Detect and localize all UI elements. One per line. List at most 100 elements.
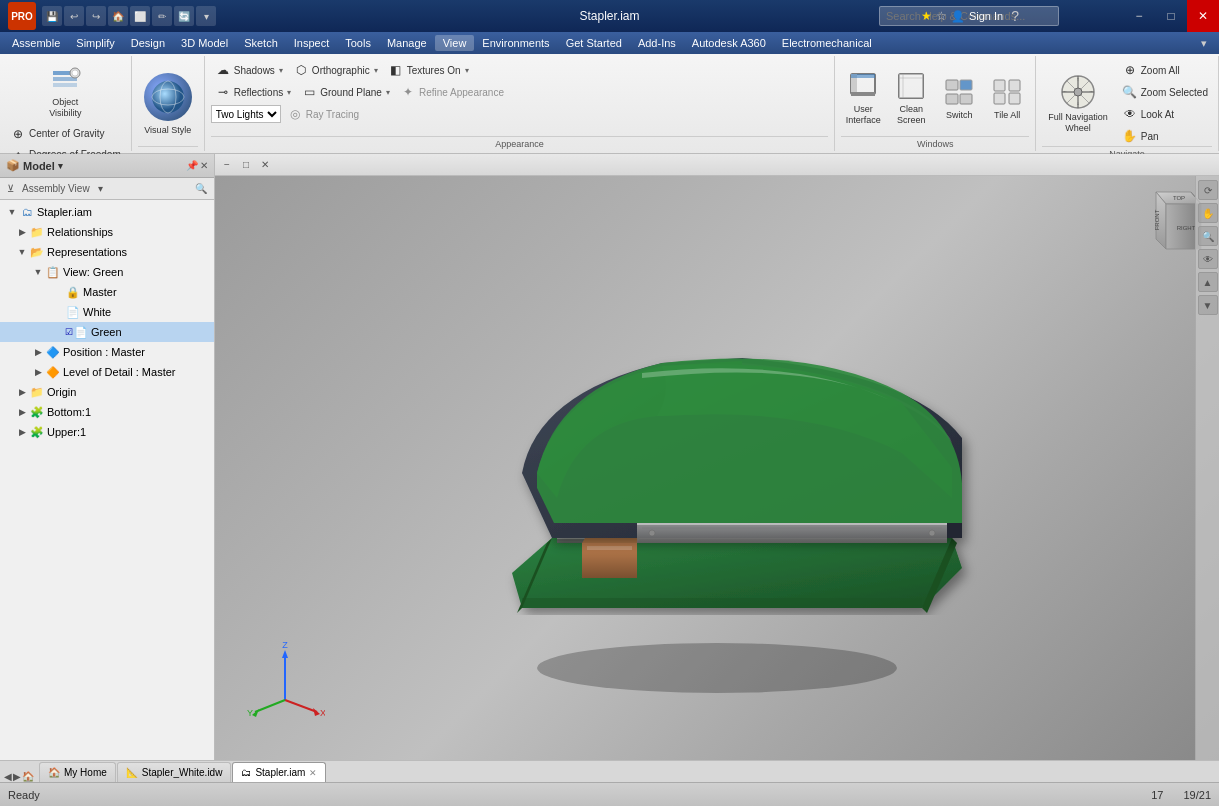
vp-close[interactable]: ✕ — [257, 157, 273, 173]
tab-my-home[interactable]: 🏠 My Home — [39, 762, 116, 782]
object-visibility-btn[interactable]: Object Visibility — [43, 60, 87, 122]
vp-restore[interactable]: □ — [238, 157, 254, 173]
tree-item-position[interactable]: ▶ 🔷 Position : Master — [0, 342, 214, 362]
menu-3dmodel[interactable]: 3D Model — [173, 35, 236, 51]
home-btn[interactable]: 🏠 — [108, 6, 128, 26]
sidebar-close[interactable]: ✕ — [200, 160, 208, 171]
textures-btn[interactable]: ◧ Textures On ▾ — [384, 60, 473, 80]
menu-manage[interactable]: Manage — [379, 35, 435, 51]
minimize-btn[interactable]: − — [1123, 0, 1155, 32]
sync-btn[interactable]: 🔄 — [174, 6, 194, 26]
orbit-btn[interactable]: ⟳ — [1198, 180, 1218, 200]
tree-item-origin[interactable]: ▶ 📁 Origin — [0, 382, 214, 402]
tree-item-upper[interactable]: ▶ 🧩 Upper:1 — [0, 422, 214, 442]
save-btn[interactable]: 💾 — [42, 6, 62, 26]
expand-position[interactable]: ▶ — [32, 346, 44, 358]
undo-btn[interactable]: ↩ — [64, 6, 84, 26]
tree-item-white[interactable]: 📄 White — [0, 302, 214, 322]
menu-autodesk[interactable]: Autodesk A360 — [684, 35, 774, 51]
tree-item-stapler[interactable]: ▼ 🗂 Stapler.iam — [0, 202, 214, 222]
expand-view-green[interactable]: ▼ — [32, 266, 44, 278]
look-at-btn[interactable]: 👁 Look At — [1118, 104, 1212, 124]
two-lights-select[interactable]: Two Lights — [211, 105, 281, 123]
clean-screen-btn[interactable]: CleanScreen — [889, 67, 933, 129]
reflections-btn[interactable]: ⊸ Reflections ▾ — [211, 82, 295, 102]
ray-tracing-btn[interactable]: ◎ Ray Tracing — [283, 104, 363, 124]
expand-origin[interactable]: ▶ — [16, 386, 28, 398]
tile-all-btn[interactable]: Tile All — [985, 73, 1029, 124]
assembly-view-label[interactable]: Assembly View — [19, 182, 93, 195]
sidebar-pin[interactable]: 📌 — [186, 160, 198, 171]
refine-btn[interactable]: ✦ Refine Appearance — [396, 82, 508, 102]
menu-inspect[interactable]: Inspect — [286, 35, 337, 51]
expand-bottom[interactable]: ▶ — [16, 406, 28, 418]
menu-getstarted[interactable]: Get Started — [558, 35, 630, 51]
search-tree-btn[interactable]: 🔍 — [192, 182, 210, 195]
tab-right-btn[interactable]: ▶ — [13, 771, 21, 782]
shadows-dropdown[interactable]: ▾ — [279, 66, 283, 75]
model-dropdown[interactable]: ▾ — [58, 161, 63, 171]
zoom-all-btn[interactable]: ⊕ Zoom All — [1118, 60, 1212, 80]
tree-item-representations[interactable]: ▼ 📂 Representations — [0, 242, 214, 262]
account-icon[interactable]: 👤 — [951, 10, 965, 23]
center-gravity-btn[interactable]: ⊕ Center of Gravity — [6, 124, 125, 144]
redo-btn[interactable]: ↪ — [86, 6, 106, 26]
tree-item-master[interactable]: 🔒 Master — [0, 282, 214, 302]
menu-electro[interactable]: Electromechanical — [774, 35, 880, 51]
bookmark2-icon[interactable]: ☆ — [936, 9, 947, 23]
reflections-dropdown[interactable]: ▾ — [287, 88, 291, 97]
menu-tools[interactable]: Tools — [337, 35, 379, 51]
menu-sketch[interactable]: Sketch — [236, 35, 286, 51]
menu-view[interactable]: View — [435, 35, 475, 51]
textures-dropdown[interactable]: ▾ — [465, 66, 469, 75]
signin-label[interactable]: Sign In — [969, 10, 1003, 22]
tree-item-bottom[interactable]: ▶ 🧩 Bottom:1 — [0, 402, 214, 422]
user-interface-btn[interactable]: UserInterface — [841, 67, 885, 129]
edit-btn[interactable]: ✏ — [152, 6, 172, 26]
scroll-down-btn[interactable]: ▼ — [1198, 295, 1218, 315]
menu-assemble[interactable]: Assemble — [4, 35, 68, 51]
gp-dropdown[interactable]: ▾ — [386, 88, 390, 97]
menu-expand[interactable]: ▾ — [1193, 35, 1215, 52]
help-icon[interactable]: ? — [1011, 8, 1019, 24]
pan-vp-btn[interactable]: ✋ — [1198, 203, 1218, 223]
vp-minimize[interactable]: − — [219, 157, 235, 173]
menu-addins[interactable]: Add-Ins — [630, 35, 684, 51]
menu-environments[interactable]: Environments — [474, 35, 557, 51]
expand-representations[interactable]: ▼ — [16, 246, 28, 258]
restore-btn[interactable]: □ — [1155, 0, 1187, 32]
menu-design[interactable]: Design — [123, 35, 173, 51]
tab-stapler-iam[interactable]: 🗂 Stapler.iam ✕ — [232, 762, 326, 782]
nav-wheel-btn[interactable]: ↑ ↓ ← → Full NavigationWheel — [1042, 70, 1114, 136]
tab-home-btn[interactable]: 🏠 — [22, 771, 34, 782]
expand-stapler[interactable]: ▼ — [6, 206, 18, 218]
ortho-dropdown[interactable]: ▾ — [374, 66, 378, 75]
ground-plane-btn[interactable]: ▭ Ground Plane ▾ — [297, 82, 394, 102]
shadows-btn[interactable]: ☁ Shadows ▾ — [211, 60, 287, 80]
tree-item-lod[interactable]: ▶ 🔶 Level of Detail : Master — [0, 362, 214, 382]
tree-item-relationships[interactable]: ▶ 📁 Relationships — [0, 222, 214, 242]
scroll-up-btn[interactable]: ▲ — [1198, 272, 1218, 292]
visual-style-btn[interactable]: Visual Style — [138, 60, 198, 146]
new-btn[interactable]: ⬜ — [130, 6, 150, 26]
bookmark-icon[interactable]: ★ — [921, 9, 932, 23]
settings-btn[interactable]: ▾ — [196, 6, 216, 26]
tab-stapler-white[interactable]: 📐 Stapler_White.idw — [117, 762, 232, 782]
look-btn[interactable]: 👁 — [1198, 249, 1218, 269]
tab-close-btn[interactable]: ✕ — [309, 768, 317, 778]
close-btn[interactable]: ✕ — [1187, 0, 1219, 32]
expand-upper[interactable]: ▶ — [16, 426, 28, 438]
menu-simplify[interactable]: Simplify — [68, 35, 123, 51]
zoom-vp-btn[interactable]: 🔍 — [1198, 226, 1218, 246]
viewport[interactable]: − □ ✕ — [215, 154, 1219, 760]
tree-item-green[interactable]: ☑ 📄 Green — [0, 322, 214, 342]
orthographic-btn[interactable]: ⬡ Orthographic ▾ — [289, 60, 382, 80]
view-dropdown[interactable]: ▾ — [95, 182, 106, 195]
pan-btn[interactable]: ✋ Pan — [1118, 126, 1212, 146]
expand-lod[interactable]: ▶ — [32, 366, 44, 378]
switch-btn[interactable]: Switch — [937, 73, 981, 124]
expand-relationships[interactable]: ▶ — [16, 226, 28, 238]
tree-item-view-green[interactable]: ▼ 📋 View: Green — [0, 262, 214, 282]
tab-left-btn[interactable]: ◀ — [4, 771, 12, 782]
filter-icon[interactable]: ⊻ — [4, 182, 17, 195]
